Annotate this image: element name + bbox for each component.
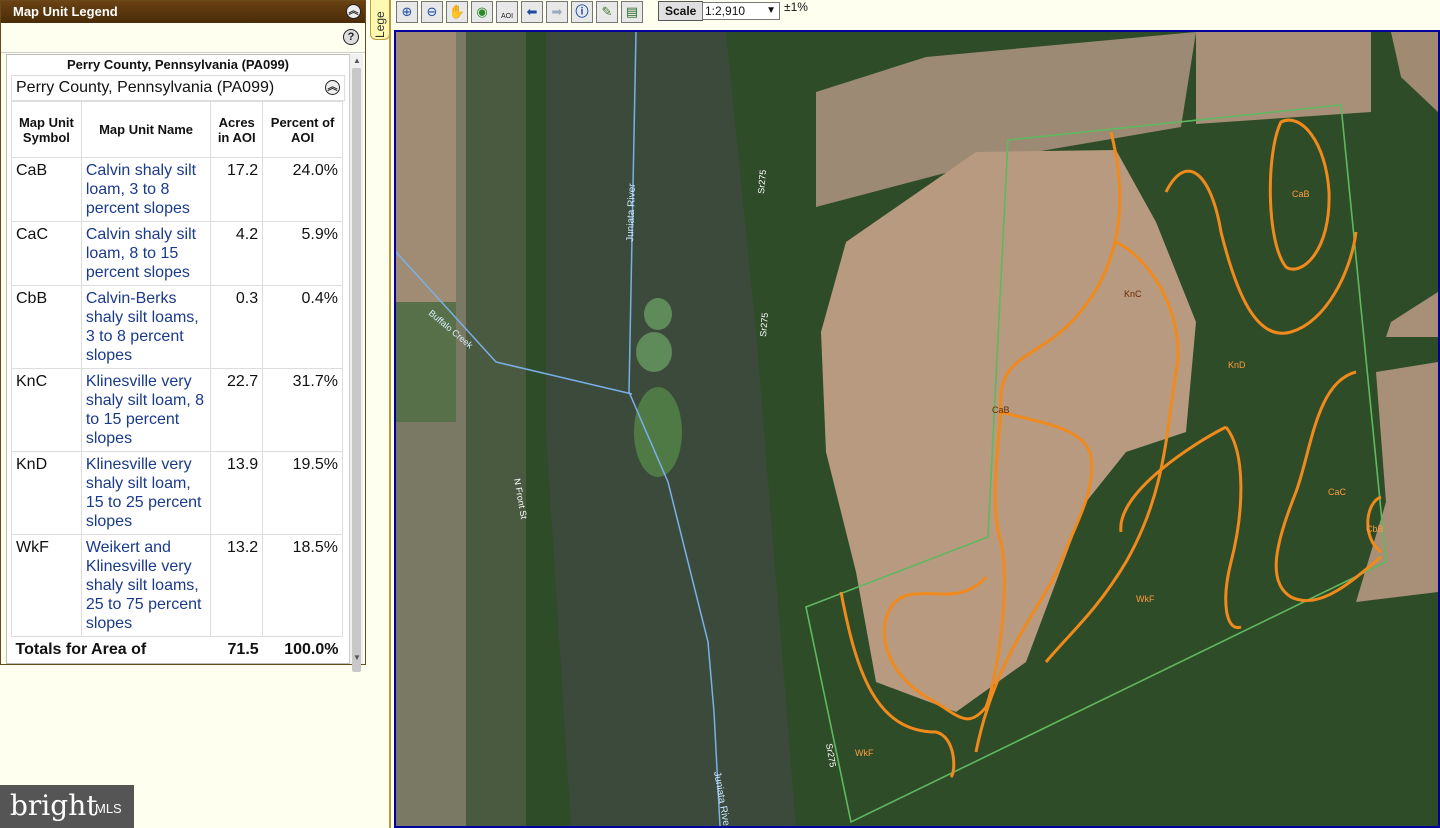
scroll-down-arrow-icon[interactable]: ▼ [353,653,361,662]
totals-acres: 71.5 [227,641,259,658]
acres-in-aoi: 22.7 [210,368,264,452]
rail-corridor [466,32,526,826]
panel-divider[interactable] [389,0,391,828]
map-unit-symbol: KnD [11,451,82,535]
soil-label-wkf: WkF [855,748,874,758]
percent-of-aoi: 31.7% [262,368,343,452]
globe-icon[interactable]: ◉ [471,1,493,23]
table-row: CaC Calvin shaly silt loam, 8 to 15 perc… [11,221,343,286]
acres-in-aoi: 0.3 [210,285,264,369]
percent-of-aoi: 19.5% [262,451,343,535]
legend-side-tab[interactable]: Lege [370,0,390,40]
river-island [636,332,672,372]
map-unit-symbol: WkF [11,534,82,637]
table-row: CbB Calvin-Berks shaly silt loams, 3 to … [11,285,343,369]
acres-in-aoi: 13.2 [210,534,264,637]
column-header: Map Unit Symbol [11,101,82,158]
soil-label-wkf: WkF [1136,594,1155,604]
aerial-map[interactable]: Juniata River Juniata River Buffalo Cree… [396,32,1438,826]
acres-in-aoi: 17.2 [210,157,264,222]
measure-icon[interactable]: ✎ [596,1,618,23]
map-unit-symbol: KnC [11,368,82,452]
print-icon[interactable]: ▤ [621,1,643,23]
scale-value: 1:2,910 [705,4,746,18]
river-island [634,387,682,477]
soil-label-cac: CaC [1328,487,1347,497]
soil-label-cab: CaB [1292,189,1310,199]
acres-in-aoi: 13.9 [210,451,264,535]
table-row: CaB Calvin shaly silt loam, 3 to 8 perce… [11,157,343,222]
survey-area-header: Perry County, Pennsylvania (PA099) [66,57,290,72]
scroll-thumb[interactable] [352,68,361,672]
percent-of-aoi: 18.5% [262,534,343,637]
soil-label-cab: CaB [992,405,1010,415]
map-unit-name-link[interactable]: Calvin shaly silt loam, 3 to 8 percent s… [80,157,212,222]
legend-content: Perry County, Pennsylvania (PA099) Perry… [6,54,350,664]
zoom-out-icon[interactable]: ⊖ [421,1,443,23]
column-header: Map Unit Name [80,101,212,158]
info-icon[interactable]: ⓘ [571,1,593,23]
scale-accuracy: ±1% [784,0,808,14]
column-header: Acres in AOI [210,101,264,158]
bright-mls-logo: bright MLS [0,785,134,828]
percent-of-aoi: 5.9% [262,221,343,286]
legend-tab-label: Lege [373,11,387,38]
county-name: Perry County, Pennsylvania (PA099) [16,79,275,96]
map-unit-symbol: CaC [11,221,82,286]
soil-label-knc: KnC [1124,289,1142,299]
aoi-label: AOI [500,13,514,20]
legend-titlebar: Map Unit Legend ︽ [1,1,365,23]
map-unit-symbol: CaB [11,157,82,222]
map-unit-name-link[interactable]: Weikert and Klinesville very shaly silt … [80,534,212,637]
totals-label: Totals for Area of [15,641,147,658]
map-unit-name-link[interactable]: Calvin shaly silt loam, 8 to 15 percent … [80,221,212,286]
mls-suffix: MLS [95,801,122,816]
collapse-chevron-icon[interactable]: ︽ [325,80,340,95]
soil-label-knd: KnD [1228,360,1246,370]
chevron-down-icon: ▼ [766,5,776,16]
map-label-juniata-river: Juniata River [625,183,638,242]
mls-brand: bright [10,789,98,822]
aoi-icon[interactable]: AOI [496,1,518,23]
back-arrow-icon[interactable]: ⬅ [521,1,543,23]
totals-row: Totals for Area of 71.5 100.0% [12,637,343,663]
legend-title: Map Unit Legend [13,4,118,19]
table-row: KnD Klinesville very shaly silt loam, 15… [11,451,343,535]
table-row: KnC Klinesville very shaly silt loam, 8 … [11,368,343,452]
map-unit-name-link[interactable]: Klinesville very shaly silt loam, 15 to … [80,451,212,535]
legend-table: Map Unit Symbol Map Unit Name Acres in A… [11,101,343,662]
map-view[interactable]: Juniata River Juniata River Buffalo Cree… [394,30,1440,828]
percent-of-aoi: 24.0% [262,157,343,222]
pan-hand-icon[interactable]: ✋ [446,1,468,23]
map-unit-name-link[interactable]: Klinesville very shaly silt loam, 8 to 1… [80,368,212,452]
soil-label-cbb: CbB [1366,524,1384,534]
collapse-chevron-icon[interactable]: ︽ [346,4,361,19]
scale-select[interactable]: 1:2,910 ▼ [702,2,780,20]
scroll-up-arrow-icon[interactable]: ▲ [353,56,361,65]
zoom-in-icon[interactable]: ⊕ [396,1,418,23]
percent-of-aoi: 0.4% [262,285,343,369]
totals-percent: 100.0% [284,641,339,658]
table-header-row: Map Unit Symbol Map Unit Name Acres in A… [11,101,343,158]
forward-arrow-icon[interactable]: ➡ [546,1,568,23]
river-island [644,298,672,330]
map-label-sr275: Sr275 [758,312,770,337]
map-unit-name-link[interactable]: Calvin-Berks shaly silt loams, 3 to 8 pe… [80,285,212,369]
column-header: Percent of AOI [262,101,343,158]
help-icon[interactable]: ? [343,29,359,45]
map-toolbar: ⊕ ⊖ ✋ ◉ AOI ⬅ ➡ ⓘ ✎ ▤ Scale 1:2,910 ▼ ±1… [394,0,1440,30]
legend-help-bar: ? [1,23,365,53]
scale-button[interactable]: Scale [658,1,704,21]
map-label-sr275: Sr275 [756,169,768,194]
legend-scrollbar[interactable]: ▲ ▼ [349,54,363,672]
table-row: WkF Weikert and Klinesville very shaly s… [11,534,343,637]
north-field [1196,32,1371,124]
map-unit-symbol: CbB [11,285,82,369]
county-row[interactable]: Perry County, Pennsylvania (PA099) ︽ [11,75,345,101]
acres-in-aoi: 4.2 [210,221,264,286]
